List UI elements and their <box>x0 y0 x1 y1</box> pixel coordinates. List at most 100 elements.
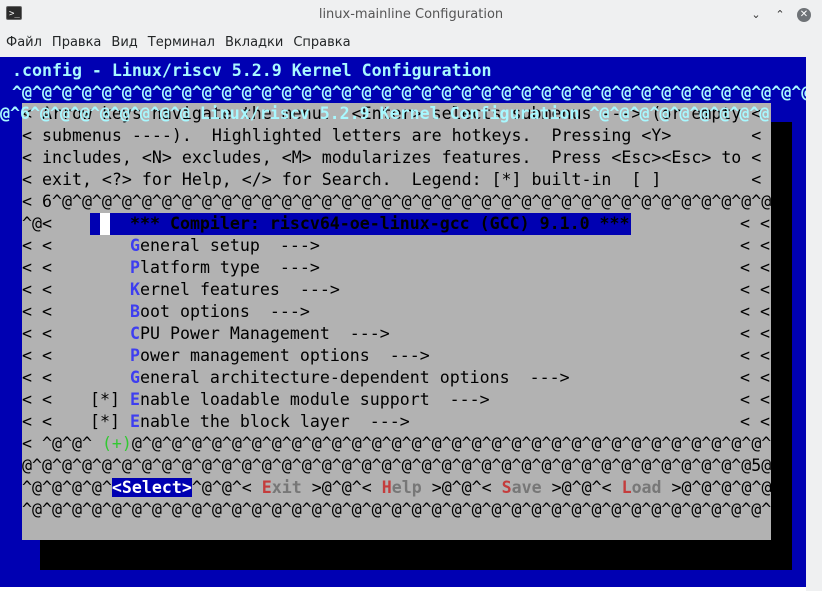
button-sep: @^@^< <box>321 478 382 497</box>
dialog-rule-mid: < 6^@^@^@^@^@^@^@^@^@^@^@^@^@^@^@^@^@^@^… <box>22 192 771 211</box>
selected-row-prefix: ^@< <box>22 214 52 233</box>
button-label: elp <box>391 478 422 497</box>
hotkey-letter: E <box>129 390 140 409</box>
row-edge: < < <box>22 236 52 255</box>
menu-item-loadable-modules[interactable]: [*] Enable loadable module support ---> <box>90 389 490 411</box>
menu-item-power-management[interactable]: Power management options ---> <box>130 345 430 367</box>
menu-item-label: PU Power Management ---> <box>140 324 390 343</box>
row-edge: < < <box>22 280 52 299</box>
menu-view[interactable]: Вид <box>106 30 142 56</box>
button-sep: ^@^@^< <box>191 478 262 497</box>
right-edge: < < <box>740 302 770 321</box>
dialog-title: Linux/riscv 5.2.9 Kernel Configuration <box>199 104 580 123</box>
button-close: > <box>661 478 682 497</box>
minimize-button[interactable]: ⌄ <box>749 8 763 22</box>
menu-item-cpu-power[interactable]: CPU Power Management ---> <box>130 323 390 345</box>
menu-item-general-setup[interactable]: General setup ---> <box>130 235 320 257</box>
text-cursor <box>100 213 110 235</box>
hotkey-letter: B <box>130 302 140 321</box>
right-edge: < < <box>740 368 770 387</box>
bottom-rule: < ^@^@^ (+)@^@^@^@^@^@^@^@^@^@^@^@^@^@^@… <box>22 433 771 455</box>
dialog-help-line-2: < submenus ----). Highlighted letters ar… <box>22 126 762 145</box>
right-edge: < < <box>740 346 770 365</box>
menu-item-label: ower management options ---> <box>140 346 430 365</box>
right-edge: < < <box>740 412 770 431</box>
button-sep: @^@^< <box>441 478 502 497</box>
menu-item-label: ernel features ---> <box>140 280 340 299</box>
menu-help[interactable]: Справка <box>288 30 355 56</box>
title-suffix: ^@^@^@^@^@^@^@^@^@ <box>579 104 770 123</box>
row-edge: < < <box>22 258 52 277</box>
bottom-rule-prefix: < ^@^@^ <box>22 434 102 453</box>
rule-low: @^@^@^@^@^@^@^@^@^@^@^@^@^@^@^@^@^@^@^@^… <box>22 456 771 475</box>
title-bar: >_ linux-mainline Configuration ⌄ ⌃ ✕ <box>0 0 822 31</box>
dialog-help-line-3: < includes, <N> excludes, <M> modularize… <box>22 148 762 167</box>
menu-item-label: latform type ---> <box>140 258 320 277</box>
row-edge: < < <box>22 412 52 431</box>
button-row: ^@^@^@^@^<Select>^@^@^< Exit >@^@^< Help… <box>22 477 771 499</box>
load-button[interactable]: @^@^< Load > <box>562 478 682 497</box>
dialog-help-line-4: < exit, <?> for Help, </> for Search. Le… <box>22 170 762 189</box>
button-label: ave <box>511 478 542 497</box>
right-edge: < < <box>740 324 770 343</box>
row-edge: < < <box>22 368 52 387</box>
button-close: > <box>541 478 562 497</box>
hotkey-letter: K <box>130 280 140 299</box>
dialog-title-row: @^6^@^@^@^@^@^@^@^@ Linux/riscv 5.2.9 Ke… <box>0 103 769 125</box>
menu-terminal[interactable]: Терминал <box>143 30 220 56</box>
row-edge: < < <box>22 390 52 409</box>
row-edge: < < <box>22 324 52 343</box>
terminal-scrollbar[interactable] <box>806 57 822 591</box>
menu-item-boot-options[interactable]: Boot options ---> <box>130 301 310 323</box>
maximize-button[interactable]: ⌃ <box>773 8 787 22</box>
hotkey-letter: S <box>501 478 512 497</box>
select-button[interactable]: <Select> <box>111 478 192 497</box>
last-rule: ^@^@^@^@^@^@^@^@^@^@^@^@^@^@^@^@^@^@^@^@… <box>22 500 771 519</box>
right-edge: < < <box>740 258 770 277</box>
menu-item-kernel-features[interactable]: Kernel features ---> <box>130 279 340 301</box>
config-header: .config - Linux/riscv 5.2.9 Kernel Confi… <box>12 61 492 80</box>
hotkey-letter: L <box>621 478 632 497</box>
checkbox-mark[interactable]: [*] <box>90 390 120 409</box>
row-edge: < < <box>22 302 52 321</box>
menu-item-label: eneral setup ---> <box>140 236 320 255</box>
menu-item-label: nable loadable module support ---> <box>139 390 490 409</box>
menu-item-general-arch[interactable]: General architecture-dependent options -… <box>130 367 570 389</box>
close-button[interactable]: ✕ <box>797 8 811 22</box>
menu-edit[interactable]: Правка <box>47 30 106 56</box>
menu-tabs[interactable]: Вкладки <box>220 30 288 56</box>
button-close: > <box>301 478 322 497</box>
menuconfig-dialog: < Arrow keys navigate the menu. <Enter> … <box>22 103 771 540</box>
menu-item-label: eneral architecture-dependent options --… <box>140 368 570 387</box>
terminal-area[interactable]: .config - Linux/riscv 5.2.9 Kernel Confi… <box>0 57 806 591</box>
menu-item-label: nable the block layer ---> <box>139 412 410 431</box>
hotkey-letter: G <box>130 236 140 255</box>
selected-item-label: *** Compiler: riscv64-oe-linux-gcc (GCC)… <box>130 214 630 233</box>
right-edge: < < <box>740 214 770 233</box>
hotkey-letter: E <box>129 412 140 431</box>
button-lead: ^@^@^@^@^ <box>22 478 112 497</box>
hotkey-letter: G <box>130 368 140 387</box>
hotkey-letter: C <box>130 324 140 343</box>
save-button[interactable]: @^@^< Save > <box>442 478 562 497</box>
bottom-rule-rest: @^@^@^@^@^@^@^@^@^@^@^@^@^@^@^@^@^@^@^@^… <box>131 434 771 453</box>
menuconfig-screen: .config - Linux/riscv 5.2.9 Kernel Confi… <box>0 57 806 587</box>
menu-item-platform-type[interactable]: Platform type ---> <box>130 257 320 279</box>
button-close: > <box>421 478 442 497</box>
help-button[interactable]: @^@^< Help > <box>322 478 442 497</box>
menu-bar: Файл Правка Вид Терминал Вкладки Справка <box>0 30 822 56</box>
hotkey-letter: H <box>381 478 392 497</box>
exit-button[interactable]: ^@^@^< Exit > <box>192 478 322 497</box>
button-sep: @^@^< <box>561 478 622 497</box>
row-edge: < < <box>22 346 52 365</box>
menu-file[interactable]: Файл <box>1 30 47 56</box>
menu-item-label: oot options ---> <box>140 302 310 321</box>
title-prefix: @^6^@^@^@^@^@^@^@^@ <box>0 104 200 123</box>
window-title: linux-mainline Configuration <box>318 7 504 22</box>
button-label: xit <box>271 478 302 497</box>
right-edge: < < <box>740 280 770 299</box>
menu-item-block-layer[interactable]: [*] Enable the block layer ---> <box>90 411 410 433</box>
hotkey-letter: P <box>130 258 140 277</box>
button-label: oad <box>631 478 662 497</box>
checkbox-mark[interactable]: [*] <box>90 412 120 431</box>
